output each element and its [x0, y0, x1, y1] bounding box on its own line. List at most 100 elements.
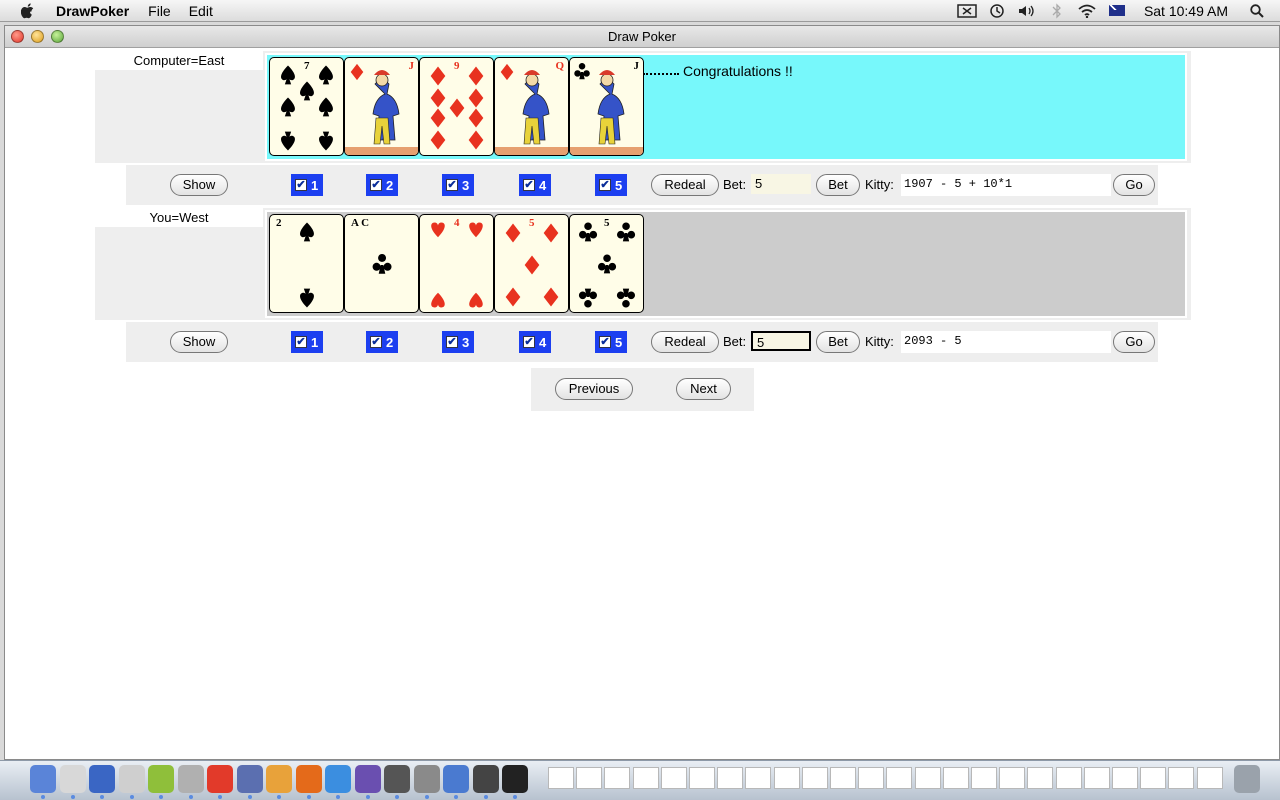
dock-minimized-window[interactable]: [886, 767, 913, 789]
dock-app-icon[interactable]: [266, 765, 292, 793]
edit-menu[interactable]: Edit: [189, 3, 213, 19]
dock-app-icon[interactable]: [30, 765, 56, 793]
dock-app-icon[interactable]: [384, 765, 410, 793]
dock-app-icon[interactable]: [413, 765, 440, 793]
dock-minimized-window[interactable]: [1112, 767, 1138, 789]
dock-minimized-window[interactable]: [604, 767, 631, 789]
player-card-rank: A C: [351, 217, 370, 229]
dock-minimized-window[interactable]: [773, 767, 800, 789]
player-card-1[interactable]: 2: [269, 214, 344, 313]
computer-card-4[interactable]: Q: [494, 57, 569, 156]
player-go-button[interactable]: Go: [1113, 331, 1155, 353]
computer-go-button[interactable]: Go: [1113, 174, 1155, 196]
dock-app-icon[interactable]: [236, 765, 263, 793]
dock-running-indicator: [247, 795, 252, 799]
dock-minimized-window[interactable]: [660, 767, 687, 789]
player-card-4[interactable]: 5: [494, 214, 569, 313]
computer-redeal-button[interactable]: Redeal: [651, 174, 719, 196]
dock-running-indicator: [218, 795, 222, 799]
player-bet-field[interactable]: 5: [751, 331, 811, 351]
dock-minimized-window[interactable]: [914, 767, 941, 789]
player-label: You=West: [95, 208, 263, 227]
app-name-menu[interactable]: DrawPoker: [56, 3, 129, 19]
trash-icon[interactable]: [1234, 765, 1260, 793]
dock-minimized-window[interactable]: [745, 767, 772, 789]
dock-minimized-window[interactable]: [1055, 767, 1082, 789]
player-hold-2[interactable]: ✔ 2: [366, 331, 398, 353]
close-window-button[interactable]: [11, 30, 24, 43]
player-hold-5[interactable]: ✔ 5: [595, 331, 627, 353]
dock-minimized-window[interactable]: [830, 767, 856, 789]
player-hold-1[interactable]: ✔ 1: [291, 331, 323, 353]
dock-app-icon[interactable]: [177, 765, 204, 793]
window-titlebar[interactable]: Draw Poker: [5, 26, 1279, 48]
dock-minimized-window[interactable]: [971, 767, 997, 789]
computer-card-2[interactable]: J: [344, 57, 419, 156]
computer-hold-1[interactable]: ✔ 1: [291, 174, 323, 196]
dock-app-icon[interactable]: [59, 765, 86, 793]
dock-minimized-window[interactable]: [1083, 767, 1110, 789]
next-button[interactable]: Next: [676, 378, 731, 400]
player-card-2[interactable]: A C: [344, 214, 419, 313]
apple-menu-icon[interactable]: [18, 1, 38, 21]
dock-app-icon[interactable]: [89, 765, 115, 793]
dock-app-icon[interactable]: [443, 765, 469, 793]
dock-minimized-window[interactable]: [858, 767, 885, 789]
player-bet-button[interactable]: Bet: [816, 331, 860, 353]
computer-card-5[interactable]: J: [569, 57, 644, 156]
player-hold-3[interactable]: ✔ 3: [442, 331, 474, 353]
dock-app-icon[interactable]: [295, 765, 322, 793]
heart-suit-icon: [431, 222, 483, 308]
dock-running-indicator: [395, 795, 399, 799]
computer-hold-2[interactable]: ✔ 2: [366, 174, 398, 196]
dock-minimized-window[interactable]: [999, 767, 1026, 789]
dock-app-icon[interactable]: [472, 765, 499, 793]
dock-minimized-window[interactable]: [689, 767, 715, 789]
menubar-clock[interactable]: Sat 10:49 AM: [1144, 3, 1228, 19]
player-show-button[interactable]: Show: [170, 331, 228, 353]
computer-card-3[interactable]: 9: [419, 57, 494, 156]
computer-hold-5[interactable]: ✔ 5: [595, 174, 627, 196]
computer-card-1[interactable]: 7: [269, 57, 344, 156]
player-hold-4[interactable]: ✔ 4: [519, 331, 551, 353]
dock-minimized-window[interactable]: [942, 767, 969, 789]
computer-card-rank: 9: [454, 60, 460, 72]
checkbox-checked-icon: ✔: [523, 178, 535, 191]
australian-flag-icon[interactable]: [1106, 2, 1128, 20]
dock-minimized-window[interactable]: [576, 767, 603, 789]
dock-app-icon[interactable]: [148, 765, 174, 793]
computer-bet-field[interactable]: 5: [751, 174, 811, 194]
wifi-icon[interactable]: [1076, 2, 1098, 20]
dock-minimized-window[interactable]: [801, 767, 828, 789]
dock-app-icon[interactable]: [325, 765, 351, 793]
dock-app-icon[interactable]: [354, 765, 381, 793]
dock-minimized-window[interactable]: [632, 767, 659, 789]
dock-minimized-window[interactable]: [1027, 767, 1054, 789]
dock-minimized-window[interactable]: [548, 767, 574, 789]
previous-button[interactable]: Previous: [555, 378, 633, 400]
dock-app-icon[interactable]: [118, 765, 145, 793]
player-card-rank: 5: [529, 217, 535, 229]
dock-minimized-window[interactable]: [1168, 767, 1195, 789]
volume-icon[interactable]: [1016, 2, 1038, 20]
screen-sharing-icon[interactable]: [956, 2, 978, 20]
dock: [0, 760, 1280, 800]
dock-app-icon[interactable]: [502, 765, 528, 793]
computer-hold-3[interactable]: ✔ 3: [442, 174, 474, 196]
zoom-window-button[interactable]: [51, 30, 64, 43]
player-card-3[interactable]: 4: [419, 214, 494, 313]
player-card-5[interactable]: 5: [569, 214, 644, 313]
file-menu[interactable]: File: [148, 3, 171, 19]
computer-bet-button[interactable]: Bet: [816, 174, 860, 196]
computer-show-button[interactable]: Show: [170, 174, 228, 196]
dock-minimized-window[interactable]: [717, 767, 744, 789]
minimize-window-button[interactable]: [31, 30, 44, 43]
dock-minimized-window[interactable]: [1196, 767, 1223, 789]
computer-hold-4[interactable]: ✔ 4: [519, 174, 551, 196]
time-machine-icon[interactable]: [986, 2, 1008, 20]
dock-app-icon[interactable]: [207, 765, 233, 793]
dock-minimized-window[interactable]: [1140, 767, 1167, 789]
spotlight-search-icon[interactable]: [1246, 2, 1268, 20]
bluetooth-icon[interactable]: [1046, 2, 1068, 20]
player-redeal-button[interactable]: Redeal: [651, 331, 719, 353]
